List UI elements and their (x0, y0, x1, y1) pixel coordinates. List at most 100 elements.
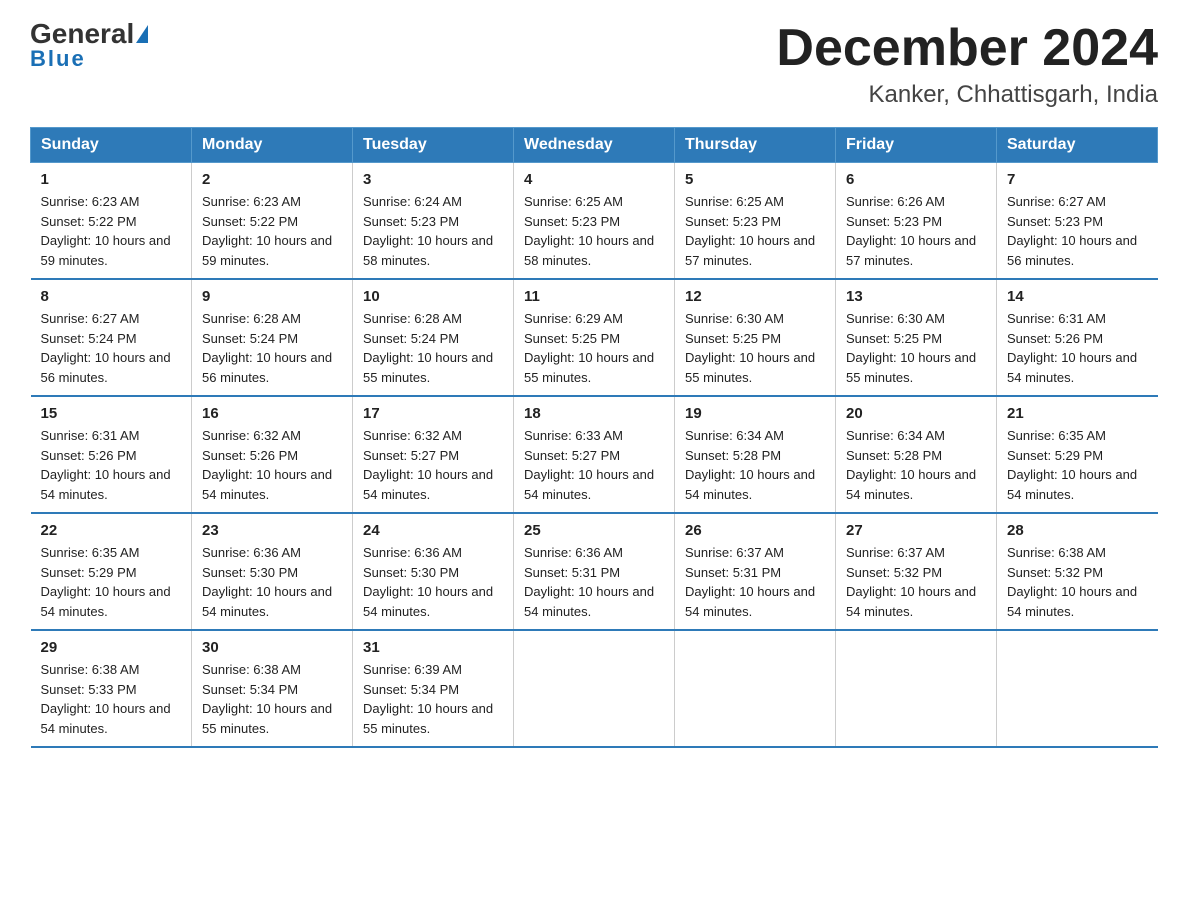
day-info: Sunrise: 6:29 AM Sunset: 5:25 PM Dayligh… (524, 309, 664, 387)
day-info: Sunrise: 6:28 AM Sunset: 5:24 PM Dayligh… (202, 309, 342, 387)
day-info: Sunrise: 6:26 AM Sunset: 5:23 PM Dayligh… (846, 192, 986, 270)
weekday-header-saturday: Saturday (997, 128, 1158, 163)
calendar-header-row: SundayMondayTuesdayWednesdayThursdayFrid… (31, 128, 1158, 163)
day-number: 29 (41, 639, 182, 656)
page-subtitle: Kanker, Chhattisgarh, India (776, 81, 1158, 109)
day-info: Sunrise: 6:35 AM Sunset: 5:29 PM Dayligh… (41, 543, 182, 621)
day-number: 8 (41, 288, 182, 305)
calendar-table: SundayMondayTuesdayWednesdayThursdayFrid… (30, 127, 1158, 748)
day-info: Sunrise: 6:25 AM Sunset: 5:23 PM Dayligh… (524, 192, 664, 270)
calendar-cell: 28 Sunrise: 6:38 AM Sunset: 5:32 PM Dayl… (997, 513, 1158, 630)
day-number: 26 (685, 522, 825, 539)
calendar-cell: 8 Sunrise: 6:27 AM Sunset: 5:24 PM Dayli… (31, 279, 192, 396)
calendar-cell: 22 Sunrise: 6:35 AM Sunset: 5:29 PM Dayl… (31, 513, 192, 630)
day-number: 30 (202, 639, 342, 656)
day-number: 22 (41, 522, 182, 539)
calendar-cell: 2 Sunrise: 6:23 AM Sunset: 5:22 PM Dayli… (192, 163, 353, 280)
calendar-cell: 12 Sunrise: 6:30 AM Sunset: 5:25 PM Dayl… (675, 279, 836, 396)
day-number: 16 (202, 405, 342, 422)
weekday-header-wednesday: Wednesday (514, 128, 675, 163)
day-number: 13 (846, 288, 986, 305)
day-number: 24 (363, 522, 503, 539)
day-info: Sunrise: 6:31 AM Sunset: 5:26 PM Dayligh… (41, 426, 182, 504)
calendar-cell: 3 Sunrise: 6:24 AM Sunset: 5:23 PM Dayli… (353, 163, 514, 280)
page-title: December 2024 (776, 20, 1158, 77)
day-info: Sunrise: 6:38 AM Sunset: 5:32 PM Dayligh… (1007, 543, 1148, 621)
calendar-cell: 1 Sunrise: 6:23 AM Sunset: 5:22 PM Dayli… (31, 163, 192, 280)
day-number: 9 (202, 288, 342, 305)
calendar-week-row: 15 Sunrise: 6:31 AM Sunset: 5:26 PM Dayl… (31, 396, 1158, 513)
day-info: Sunrise: 6:38 AM Sunset: 5:34 PM Dayligh… (202, 660, 342, 738)
calendar-week-row: 22 Sunrise: 6:35 AM Sunset: 5:29 PM Dayl… (31, 513, 1158, 630)
day-number: 31 (363, 639, 503, 656)
calendar-cell: 4 Sunrise: 6:25 AM Sunset: 5:23 PM Dayli… (514, 163, 675, 280)
day-info: Sunrise: 6:38 AM Sunset: 5:33 PM Dayligh… (41, 660, 182, 738)
day-number: 12 (685, 288, 825, 305)
day-number: 28 (1007, 522, 1148, 539)
calendar-week-row: 1 Sunrise: 6:23 AM Sunset: 5:22 PM Dayli… (31, 163, 1158, 280)
day-number: 25 (524, 522, 664, 539)
day-info: Sunrise: 6:30 AM Sunset: 5:25 PM Dayligh… (846, 309, 986, 387)
calendar-cell: 19 Sunrise: 6:34 AM Sunset: 5:28 PM Dayl… (675, 396, 836, 513)
day-info: Sunrise: 6:30 AM Sunset: 5:25 PM Dayligh… (685, 309, 825, 387)
weekday-header-friday: Friday (836, 128, 997, 163)
weekday-header-thursday: Thursday (675, 128, 836, 163)
calendar-cell (997, 630, 1158, 747)
title-block: December 2024 Kanker, Chhattisgarh, Indi… (776, 20, 1158, 109)
day-number: 14 (1007, 288, 1148, 305)
day-number: 4 (524, 171, 664, 188)
calendar-cell: 15 Sunrise: 6:31 AM Sunset: 5:26 PM Dayl… (31, 396, 192, 513)
day-info: Sunrise: 6:27 AM Sunset: 5:23 PM Dayligh… (1007, 192, 1148, 270)
day-number: 6 (846, 171, 986, 188)
day-number: 2 (202, 171, 342, 188)
calendar-cell: 20 Sunrise: 6:34 AM Sunset: 5:28 PM Dayl… (836, 396, 997, 513)
calendar-cell: 10 Sunrise: 6:28 AM Sunset: 5:24 PM Dayl… (353, 279, 514, 396)
day-number: 19 (685, 405, 825, 422)
page-header: General Blue December 2024 Kanker, Chhat… (30, 20, 1158, 109)
calendar-week-row: 8 Sunrise: 6:27 AM Sunset: 5:24 PM Dayli… (31, 279, 1158, 396)
calendar-cell: 13 Sunrise: 6:30 AM Sunset: 5:25 PM Dayl… (836, 279, 997, 396)
day-info: Sunrise: 6:32 AM Sunset: 5:26 PM Dayligh… (202, 426, 342, 504)
calendar-cell: 18 Sunrise: 6:33 AM Sunset: 5:27 PM Dayl… (514, 396, 675, 513)
day-number: 15 (41, 405, 182, 422)
day-number: 11 (524, 288, 664, 305)
weekday-header-monday: Monday (192, 128, 353, 163)
calendar-cell: 30 Sunrise: 6:38 AM Sunset: 5:34 PM Dayl… (192, 630, 353, 747)
day-info: Sunrise: 6:32 AM Sunset: 5:27 PM Dayligh… (363, 426, 503, 504)
day-info: Sunrise: 6:24 AM Sunset: 5:23 PM Dayligh… (363, 192, 503, 270)
day-info: Sunrise: 6:23 AM Sunset: 5:22 PM Dayligh… (202, 192, 342, 270)
day-info: Sunrise: 6:25 AM Sunset: 5:23 PM Dayligh… (685, 192, 825, 270)
day-info: Sunrise: 6:31 AM Sunset: 5:26 PM Dayligh… (1007, 309, 1148, 387)
calendar-cell: 6 Sunrise: 6:26 AM Sunset: 5:23 PM Dayli… (836, 163, 997, 280)
day-number: 7 (1007, 171, 1148, 188)
calendar-cell: 27 Sunrise: 6:37 AM Sunset: 5:32 PM Dayl… (836, 513, 997, 630)
logo-general-text: General (30, 20, 134, 48)
calendar-cell: 23 Sunrise: 6:36 AM Sunset: 5:30 PM Dayl… (192, 513, 353, 630)
calendar-cell: 16 Sunrise: 6:32 AM Sunset: 5:26 PM Dayl… (192, 396, 353, 513)
calendar-week-row: 29 Sunrise: 6:38 AM Sunset: 5:33 PM Dayl… (31, 630, 1158, 747)
calendar-cell: 29 Sunrise: 6:38 AM Sunset: 5:33 PM Dayl… (31, 630, 192, 747)
day-info: Sunrise: 6:36 AM Sunset: 5:30 PM Dayligh… (202, 543, 342, 621)
calendar-cell: 26 Sunrise: 6:37 AM Sunset: 5:31 PM Dayl… (675, 513, 836, 630)
weekday-header-tuesday: Tuesday (353, 128, 514, 163)
calendar-cell: 21 Sunrise: 6:35 AM Sunset: 5:29 PM Dayl… (997, 396, 1158, 513)
day-number: 17 (363, 405, 503, 422)
day-info: Sunrise: 6:36 AM Sunset: 5:30 PM Dayligh… (363, 543, 503, 621)
day-info: Sunrise: 6:35 AM Sunset: 5:29 PM Dayligh… (1007, 426, 1148, 504)
day-number: 3 (363, 171, 503, 188)
logo-triangle-icon (136, 25, 148, 43)
calendar-cell: 24 Sunrise: 6:36 AM Sunset: 5:30 PM Dayl… (353, 513, 514, 630)
day-info: Sunrise: 6:27 AM Sunset: 5:24 PM Dayligh… (41, 309, 182, 387)
calendar-cell: 7 Sunrise: 6:27 AM Sunset: 5:23 PM Dayli… (997, 163, 1158, 280)
calendar-cell: 17 Sunrise: 6:32 AM Sunset: 5:27 PM Dayl… (353, 396, 514, 513)
calendar-cell: 9 Sunrise: 6:28 AM Sunset: 5:24 PM Dayli… (192, 279, 353, 396)
day-info: Sunrise: 6:28 AM Sunset: 5:24 PM Dayligh… (363, 309, 503, 387)
calendar-cell: 31 Sunrise: 6:39 AM Sunset: 5:34 PM Dayl… (353, 630, 514, 747)
day-number: 21 (1007, 405, 1148, 422)
day-number: 10 (363, 288, 503, 305)
calendar-cell: 5 Sunrise: 6:25 AM Sunset: 5:23 PM Dayli… (675, 163, 836, 280)
day-number: 1 (41, 171, 182, 188)
calendar-cell (675, 630, 836, 747)
calendar-cell (514, 630, 675, 747)
day-info: Sunrise: 6:33 AM Sunset: 5:27 PM Dayligh… (524, 426, 664, 504)
